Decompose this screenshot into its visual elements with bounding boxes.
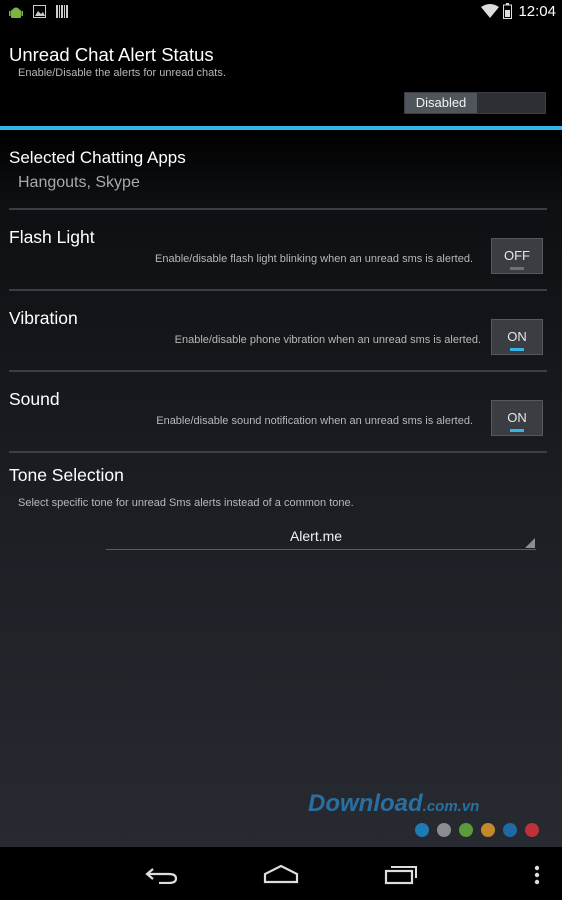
sound-description: Enable/disable sound notification when a… xyxy=(156,415,473,427)
toggle-indicator xyxy=(510,267,524,270)
divider xyxy=(9,289,547,291)
watermark-dot xyxy=(481,823,495,837)
watermark-brand: Download xyxy=(308,790,423,817)
watermark-dot xyxy=(503,823,517,837)
vibration-toggle-label: ON xyxy=(507,329,527,344)
divider xyxy=(9,451,547,453)
toggle-indicator xyxy=(510,429,524,432)
accent-divider xyxy=(0,126,562,130)
barcode-icon xyxy=(56,5,68,18)
vibration-toggle[interactable]: ON xyxy=(491,319,543,355)
chatting-apps-row[interactable]: Selected Chatting Apps Hangouts, Skype xyxy=(0,131,562,208)
alert-status-toggle-thumb: Disabled xyxy=(405,93,477,113)
back-icon[interactable] xyxy=(145,866,179,884)
sound-toggle-label: ON xyxy=(507,410,527,425)
toggle-indicator xyxy=(510,348,524,351)
divider xyxy=(9,370,547,372)
tone-selection-description: Select specific tone for unread Sms aler… xyxy=(18,497,354,509)
image-icon xyxy=(33,5,46,18)
tone-selection-spinner[interactable]: Alert.me xyxy=(106,525,536,550)
overflow-menu-icon[interactable] xyxy=(533,865,541,885)
tone-selection-title: Tone Selection xyxy=(9,465,124,485)
recents-icon[interactable] xyxy=(384,865,418,885)
flash-light-title: Flash Light xyxy=(9,227,95,247)
flash-light-toggle[interactable]: OFF xyxy=(491,238,543,274)
clock: 12:04 xyxy=(518,3,556,20)
alert-status-title: Unread Chat Alert Status xyxy=(9,44,214,65)
status-bar: 12:04 xyxy=(0,0,562,24)
wifi-icon xyxy=(481,4,499,18)
divider xyxy=(9,208,547,210)
chatting-apps-value: Hangouts, Skype xyxy=(18,174,140,191)
tone-selection-value: Alert.me xyxy=(289,528,343,544)
alert-status-toggle[interactable]: Disabled xyxy=(404,92,546,114)
navigation-bar xyxy=(0,847,562,900)
watermark: Download.com.vn xyxy=(308,790,479,818)
home-icon[interactable] xyxy=(263,864,299,884)
sound-toggle[interactable]: ON xyxy=(491,400,543,436)
alert-status-subtitle: Enable/Disable the alerts for unread cha… xyxy=(18,67,226,79)
battery-icon xyxy=(503,3,512,19)
watermark-dot xyxy=(437,823,451,837)
watermark-dot xyxy=(415,823,429,837)
flash-light-toggle-label: OFF xyxy=(504,248,530,263)
watermark-dot xyxy=(525,823,539,837)
sound-title: Sound xyxy=(9,389,60,409)
vibration-description: Enable/disable phone vibration when an u… xyxy=(174,334,481,346)
flash-light-description: Enable/disable flash light blinking when… xyxy=(155,253,473,265)
chatting-apps-title: Selected Chatting Apps xyxy=(9,148,186,167)
vibration-title: Vibration xyxy=(9,308,78,328)
alert-status-toggle-label: Disabled xyxy=(415,95,467,110)
watermark-dot xyxy=(459,823,473,837)
watermark-suffix: .com.vn xyxy=(422,798,480,815)
android-debug-icon xyxy=(9,7,23,18)
dropdown-triangle-icon xyxy=(525,538,535,548)
